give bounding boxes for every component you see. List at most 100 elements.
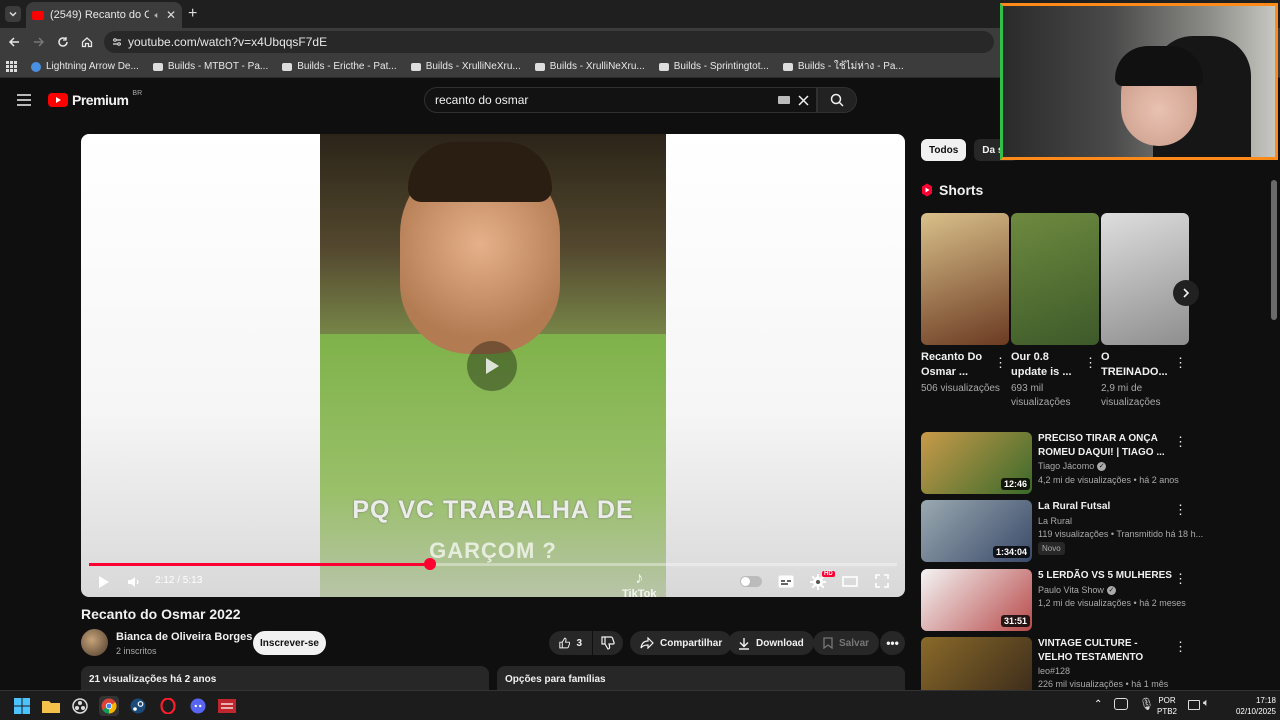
- video-title[interactable]: VINTAGE CULTURE - VELHO TESTAMENTO: [1038, 637, 1174, 665]
- theater-mode-icon[interactable]: [842, 576, 858, 587]
- site-info-icon[interactable]: [112, 37, 122, 47]
- browser-tab-active[interactable]: (2549) Recanto do Osmar 2 🔈︎ ✕: [26, 2, 182, 28]
- video-thumbnail[interactable]: [921, 637, 1032, 690]
- short-title[interactable]: Our 0.8 update is ...: [1011, 350, 1077, 380]
- network-icon[interactable]: [1188, 700, 1200, 710]
- back-arrow-icon[interactable]: [8, 36, 20, 48]
- shorts-next-button[interactable]: [1173, 280, 1199, 306]
- tray-overflow-chevron-icon[interactable]: ⌃: [1094, 699, 1102, 710]
- windows-start-icon[interactable]: [12, 696, 32, 716]
- like-button[interactable]: 3: [549, 631, 592, 655]
- download-button[interactable]: Download: [728, 631, 814, 655]
- search-button[interactable]: [817, 87, 857, 113]
- short-card[interactable]: Recanto Do Osmar ... 506 visualizações ⋮: [921, 213, 1009, 396]
- address-bar-input[interactable]: youtube.com/watch?v=x4UbqqsF7dE: [104, 31, 994, 53]
- home-icon[interactable]: [81, 36, 93, 48]
- discord-icon[interactable]: [188, 696, 208, 716]
- apps-grid-icon[interactable]: [6, 61, 17, 72]
- share-button[interactable]: Compartilhar: [630, 631, 733, 655]
- video-meta: 226 mil visualizações • há 1 mês: [1038, 679, 1169, 689]
- subscribe-button[interactable]: Inscrever-se: [253, 631, 326, 655]
- keyboard-icon[interactable]: [778, 96, 790, 104]
- bookmark-item[interactable]: Builds - Sprintingtot...: [658, 61, 769, 72]
- channel-name[interactable]: Bianca de Oliveira Borges: [116, 631, 252, 643]
- more-vertical-icon[interactable]: ⋮: [994, 355, 1007, 371]
- video-meta: 119 visualizações • Transmitido há 18 h.…: [1038, 529, 1204, 539]
- input-language[interactable]: POR PTB2: [1157, 695, 1177, 717]
- video-channel[interactable]: Tiago Jácomo ✓: [1038, 461, 1107, 471]
- bookmark-item[interactable]: Lightning Arrow De...: [31, 61, 139, 72]
- short-card[interactable]: O TREINADO... 2,9 mi de visualizações ⋮: [1101, 213, 1189, 410]
- youtube-premium-logo[interactable]: Premium BR: [48, 90, 142, 108]
- steam-icon[interactable]: [128, 696, 148, 716]
- bookmark-item[interactable]: Builds - Ericthe - Pat...: [282, 61, 397, 72]
- file-explorer-icon[interactable]: [41, 696, 61, 716]
- system-clock[interactable]: 17:18 02/10/2025: [1220, 695, 1276, 717]
- chip-all[interactable]: Todos: [921, 139, 967, 161]
- progress-scrubber[interactable]: [423, 558, 436, 570]
- more-vertical-icon[interactable]: ⋮: [1084, 355, 1097, 371]
- bookmark-favicon-icon: [658, 62, 669, 71]
- related-video[interactable]: 12:46 PRECISO TIRAR A ONÇA ROMEU DAQUI! …: [921, 432, 1191, 494]
- tab-search-button[interactable]: [5, 6, 21, 22]
- center-play-button[interactable]: [467, 341, 517, 391]
- volume-icon[interactable]: [127, 575, 141, 589]
- video-title[interactable]: PRECISO TIRAR A ONÇA ROMEU DAQUI! | TIAG…: [1038, 432, 1174, 460]
- reload-icon[interactable]: [57, 36, 69, 48]
- subtitles-icon[interactable]: [778, 575, 794, 588]
- app-tile-icon[interactable]: [217, 696, 237, 716]
- search-input[interactable]: recanto do osmar: [424, 87, 817, 113]
- fullscreen-icon[interactable]: [875, 574, 889, 588]
- scrollbar-thumb[interactable]: [1271, 180, 1277, 320]
- related-video[interactable]: 31:51 5 LERDÃO VS 5 MULHERES Paulo Vita …: [921, 569, 1191, 631]
- related-video[interactable]: 1:34:04 La Rural Futsal La Rural 119 vis…: [921, 500, 1203, 562]
- more-vertical-icon[interactable]: ⋮: [1174, 502, 1187, 518]
- opera-icon[interactable]: [158, 696, 178, 716]
- short-title[interactable]: Recanto Do Osmar ...: [921, 350, 987, 380]
- progress-bar[interactable]: [89, 558, 897, 570]
- video-title[interactable]: La Rural Futsal: [1038, 500, 1174, 514]
- play-icon[interactable]: [98, 575, 110, 589]
- video-player[interactable]: PQ VC TRABALHA DE GARÇOM ? ♪ TikTok 2:12…: [81, 134, 905, 597]
- audio-playing-icon[interactable]: 🔈︎: [155, 10, 160, 21]
- tray-app-icon[interactable]: [1114, 698, 1128, 710]
- autoplay-toggle[interactable]: [740, 576, 762, 587]
- forward-arrow-icon[interactable]: [33, 36, 45, 48]
- short-card[interactable]: Our 0.8 update is ... 693 mil visualizaç…: [1011, 213, 1099, 410]
- video-title[interactable]: 5 LERDÃO VS 5 MULHERES: [1038, 569, 1174, 583]
- more-actions-button[interactable]: •••: [880, 631, 905, 655]
- more-vertical-icon[interactable]: ⋮: [1174, 355, 1187, 371]
- clear-search-icon[interactable]: [798, 95, 809, 106]
- page-scrollbar[interactable]: [1268, 160, 1280, 690]
- tab-close-icon[interactable]: ✕: [166, 8, 176, 22]
- microphone-icon[interactable]: 🎙︎: [1139, 697, 1154, 711]
- save-button[interactable]: Salvar: [813, 631, 880, 655]
- bookmark-favicon-icon: [282, 62, 293, 71]
- short-thumbnail[interactable]: [921, 213, 1009, 345]
- video-channel[interactable]: Paulo Vita Show ✓: [1038, 585, 1116, 595]
- bookmark-item[interactable]: Builds - MTBOT - Pa...: [152, 61, 268, 72]
- short-thumbnail[interactable]: [1011, 213, 1099, 345]
- more-vertical-icon[interactable]: ⋮: [1174, 639, 1187, 655]
- short-title[interactable]: O TREINADO...: [1101, 350, 1168, 380]
- dislike-button[interactable]: [593, 631, 623, 655]
- bookmark-item[interactable]: Builds - XrulliNeXru...: [534, 61, 645, 72]
- channel-avatar[interactable]: [81, 629, 108, 656]
- video-channel[interactable]: La Rural: [1038, 516, 1072, 526]
- more-vertical-icon[interactable]: ⋮: [1174, 571, 1187, 587]
- related-video[interactable]: VINTAGE CULTURE - VELHO TESTAMENTO leo#1…: [921, 637, 1191, 690]
- new-tab-button[interactable]: +: [188, 5, 197, 23]
- more-vertical-icon[interactable]: ⋮: [1174, 434, 1187, 450]
- bookmark-item[interactable]: Builds - XrulliNeXru...: [410, 61, 521, 72]
- description-box[interactable]: 21 visualizações há 2 anos: [81, 666, 489, 690]
- obs-studio-icon[interactable]: [70, 696, 90, 716]
- short-thumbnail[interactable]: [1101, 213, 1189, 345]
- url-text: youtube.com/watch?v=x4UbqqsF7dE: [128, 35, 328, 49]
- views-and-date: 21 visualizações há 2 anos: [89, 674, 217, 685]
- bookmark-item[interactable]: Builds - ใช้ไม่ห่าง - Pa...: [782, 59, 904, 74]
- speaker-icon[interactable]: 🔈︎: [1203, 697, 1210, 710]
- menu-hamburger-icon[interactable]: [17, 94, 31, 106]
- family-options-box[interactable]: Opções para famílias: [497, 666, 905, 690]
- chrome-icon[interactable]: [99, 696, 119, 716]
- video-channel[interactable]: leo#128: [1038, 666, 1070, 676]
